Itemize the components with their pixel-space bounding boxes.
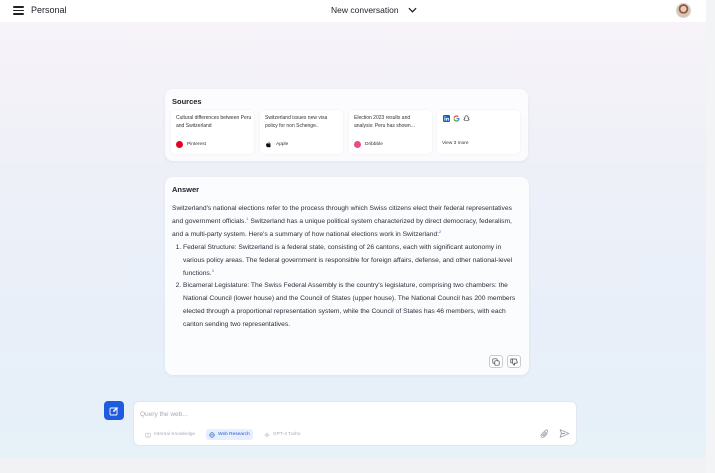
- user-avatar[interactable]: [676, 3, 691, 18]
- point-text: Federal Structure: Switzerland is a fede…: [183, 243, 513, 277]
- send-icon[interactable]: [559, 428, 570, 439]
- dribbble-icon: [354, 141, 361, 148]
- sources-heading: Sources: [172, 97, 202, 106]
- linkedin-icon: [443, 115, 450, 122]
- conversation-selector[interactable]: New conversation: [331, 5, 417, 15]
- hamburger-menu-icon[interactable]: [13, 6, 24, 15]
- option-label: GPT-4 Turbo: [273, 432, 301, 437]
- source-site: Dribbble: [365, 142, 383, 147]
- book-icon: [145, 432, 151, 438]
- view-more-label: View 3 more: [442, 141, 469, 146]
- sources-card: Sources Cultural differences between Per…: [165, 89, 528, 161]
- query-composer: Internal Knowledge Web Research GPT-4 Tu…: [133, 401, 577, 446]
- answer-card: Answer Switzerland's national elections …: [165, 177, 529, 375]
- source-card[interactable]: Election 2023 results and analysis: Peru…: [349, 110, 432, 154]
- source-title: Cultural differences between Peru and Sw…: [176, 115, 252, 129]
- chevron-down-icon: [408, 7, 417, 13]
- source-site: Pinterest: [187, 142, 206, 147]
- paperclip-icon[interactable]: [540, 429, 550, 439]
- edit-icon: [109, 406, 118, 415]
- apple-icon: [266, 141, 271, 148]
- point-text: Bicameral Legislature: The Swiss Federal…: [183, 282, 516, 329]
- sparkle-icon: [264, 432, 270, 437]
- google-icon: [453, 115, 460, 122]
- source-meta: View 3 more: [442, 141, 469, 146]
- source-site: Apple: [276, 142, 289, 147]
- source-card[interactable]: Cultural differences between Peru and Sw…: [171, 110, 254, 154]
- snapchat-icon: [463, 115, 470, 122]
- bottom-strip: [0, 458, 715, 473]
- more-source-icons: [443, 115, 470, 122]
- source-title: Switzerland issues new visa policy for n…: [265, 115, 328, 129]
- workspace-title: Personal: [31, 5, 67, 15]
- thumbs-down-button[interactable]: [507, 355, 521, 368]
- answer-points: Federal Structure: Switzerland is a fede…: [183, 242, 524, 332]
- scrollbar-track[interactable]: [706, 0, 715, 473]
- copy-icon: [492, 357, 500, 366]
- copy-button[interactable]: [489, 355, 503, 368]
- answer-point: Bicameral Legislature: The Swiss Federal…: [183, 280, 524, 332]
- answer-heading: Answer: [172, 185, 200, 194]
- source-card[interactable]: Switzerland issues new visa policy for n…: [260, 110, 343, 154]
- pinterest-icon: [176, 141, 183, 148]
- top-bar: Personal New conversation: [0, 0, 706, 22]
- option-label: Internal Knowledge: [154, 432, 196, 437]
- option-web-research[interactable]: Web Research: [206, 429, 253, 440]
- citation-ref[interactable]: 3: [212, 268, 214, 273]
- option-gpt4-turbo[interactable]: GPT-4 Turbo: [261, 429, 303, 440]
- new-chat-button[interactable]: [104, 401, 124, 420]
- source-meta: Apple: [265, 141, 288, 148]
- conversation-label: New conversation: [331, 5, 399, 15]
- answer-point: Federal Structure: Switzerland is a fede…: [183, 242, 524, 281]
- globe-icon: [209, 431, 215, 438]
- option-label: Web Research: [218, 432, 250, 437]
- thumbs-down-icon: [510, 358, 518, 366]
- view-more-sources[interactable]: View 3 more: [437, 110, 520, 154]
- answer-intro: Switzerland's national elections refer t…: [172, 203, 524, 242]
- query-input[interactable]: [140, 408, 540, 420]
- answer-text: Switzerland's national elections refer t…: [172, 203, 524, 332]
- option-internal-knowledge[interactable]: Internal Knowledge: [142, 429, 198, 440]
- source-meta: Dribbble: [354, 141, 383, 148]
- source-meta: Pinterest: [176, 141, 206, 148]
- source-title: Election 2023 results and analysis: Peru…: [354, 115, 415, 129]
- citation-ref[interactable]: 2: [439, 229, 441, 234]
